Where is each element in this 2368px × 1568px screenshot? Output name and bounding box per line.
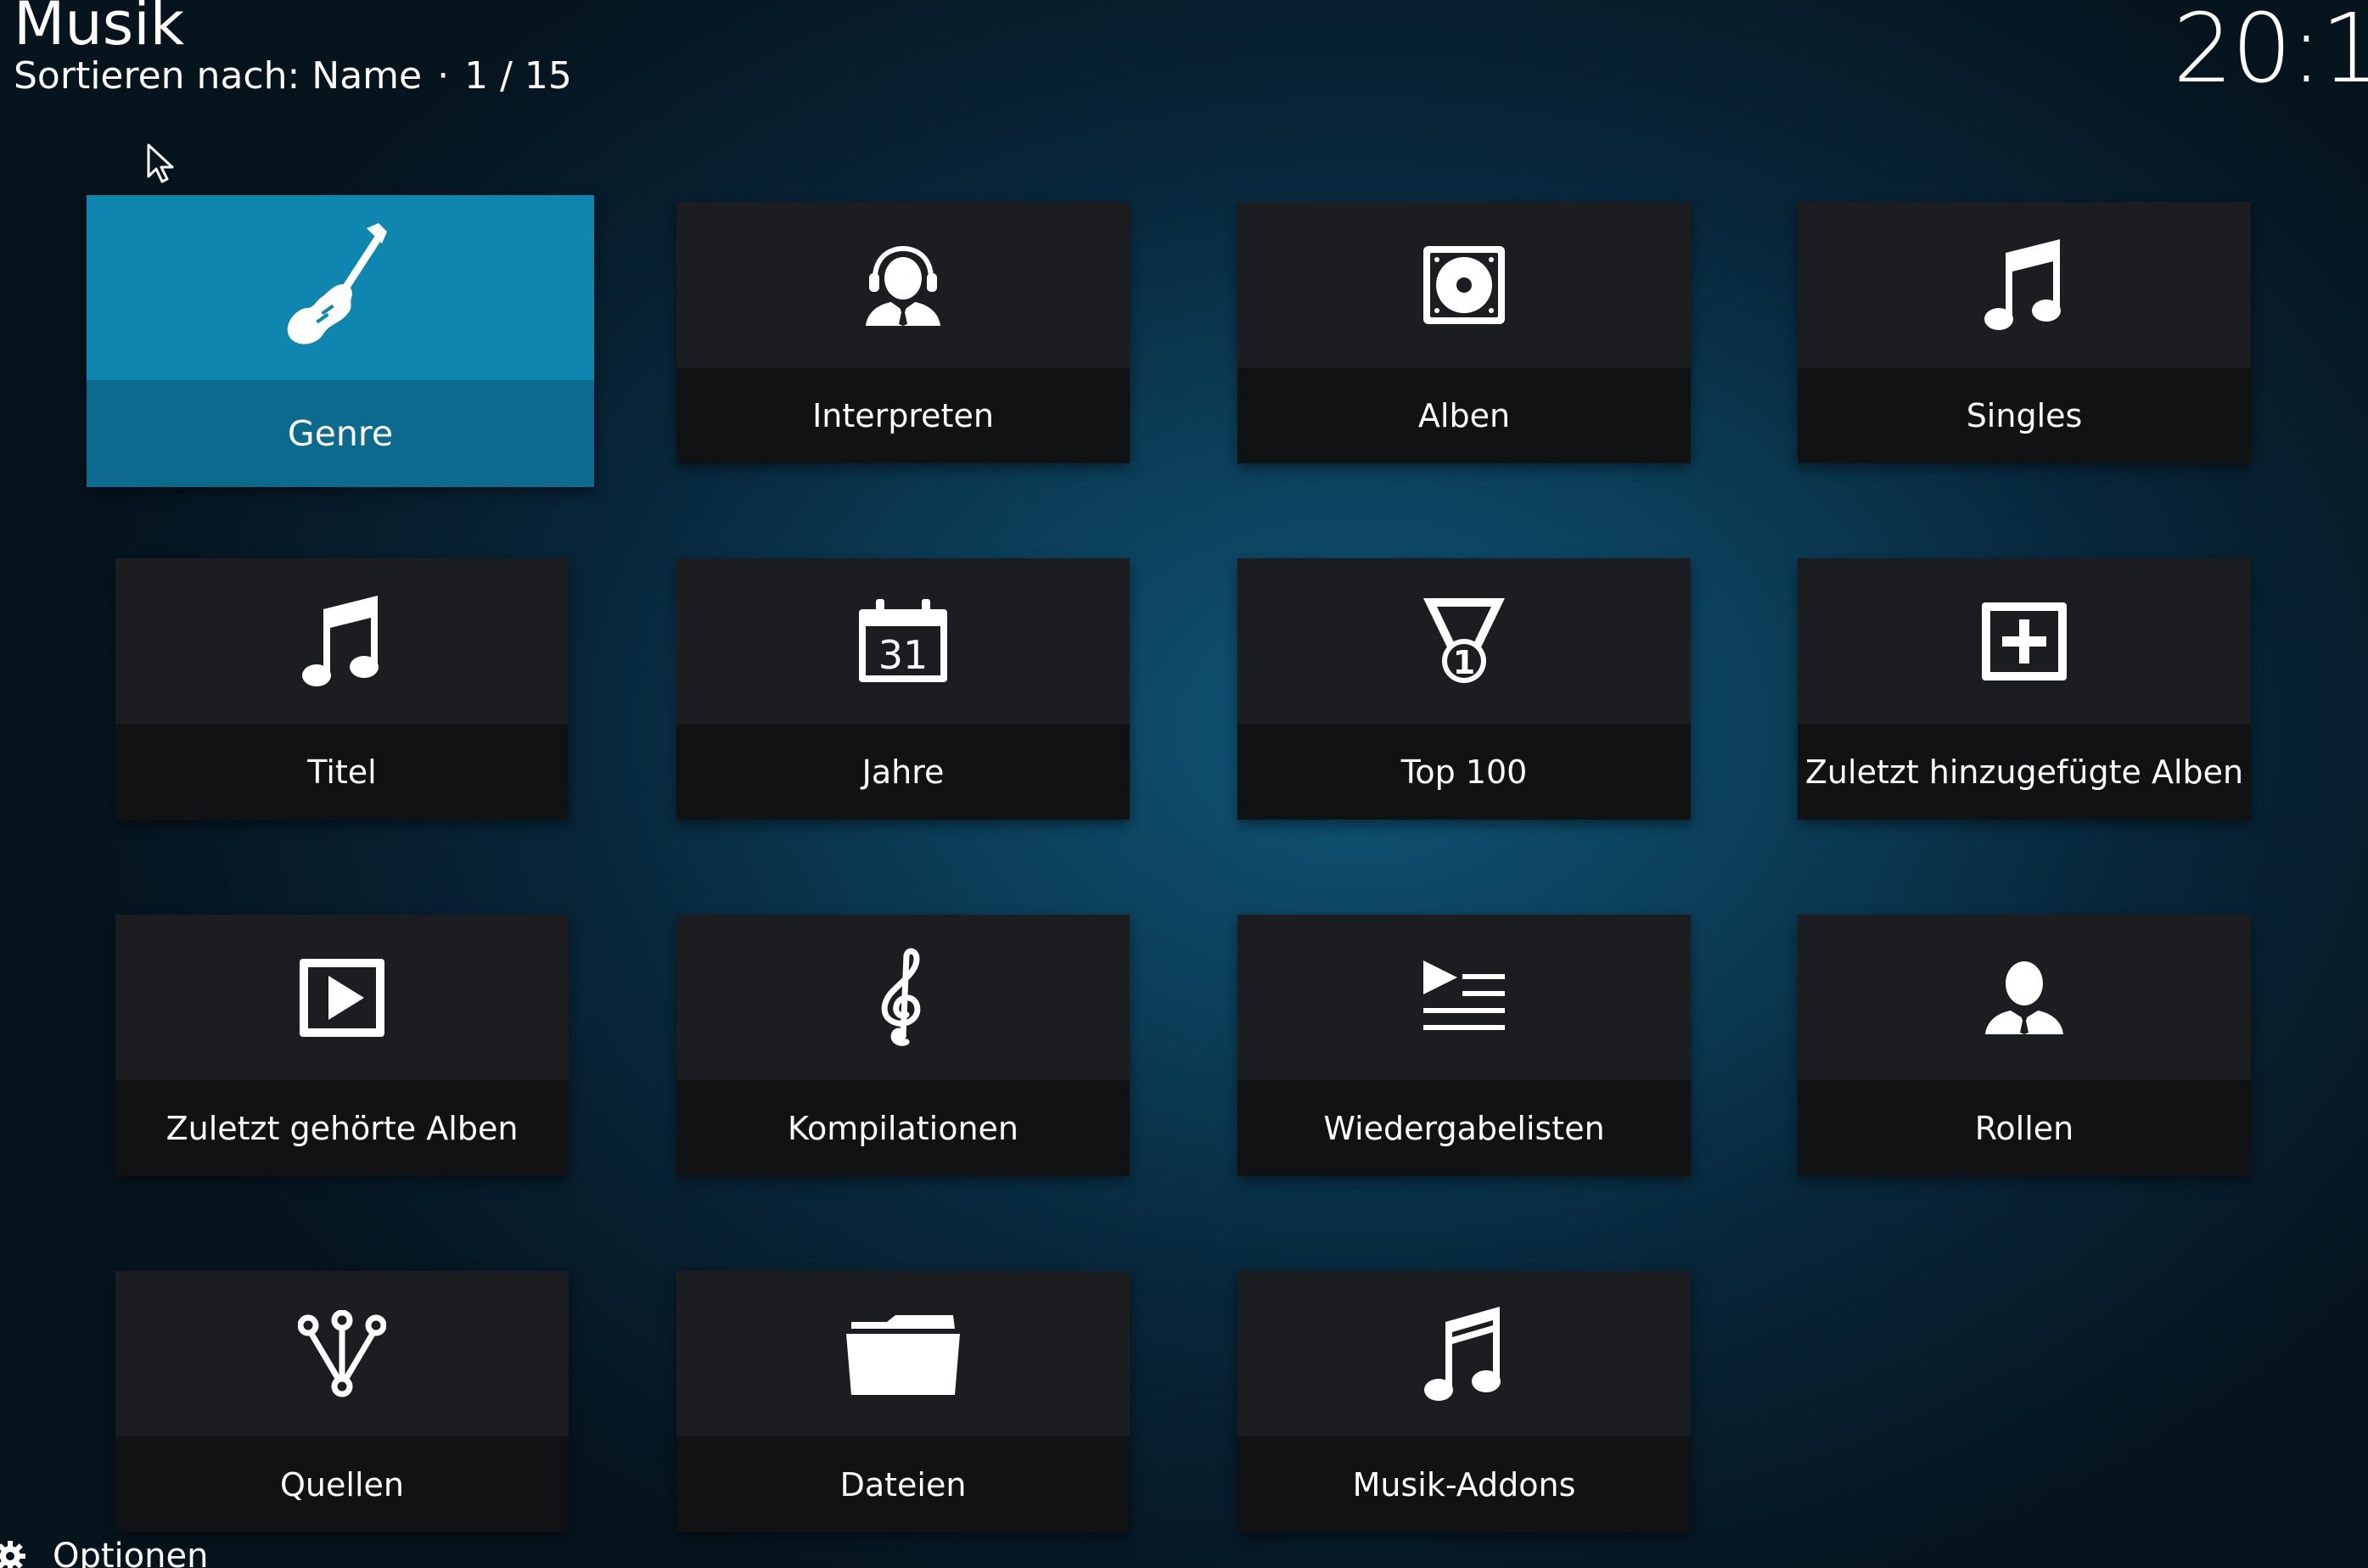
tile-icon-area xyxy=(115,1271,569,1436)
tile-icon-area xyxy=(1798,202,2251,367)
tile-label-area: Jahre xyxy=(676,724,1130,820)
tile-icon-area xyxy=(115,558,569,724)
tile-icon-area: 1 xyxy=(1237,558,1691,724)
tile-kompilationen[interactable]: Kompilationen xyxy=(676,915,1130,1176)
tile-label: Top 100 xyxy=(1400,753,1528,791)
tile-jahre[interactable]: 31 Jahre xyxy=(676,558,1130,820)
calendar-day: 31 xyxy=(878,632,929,678)
tile-label: Wiedergabelisten xyxy=(1323,1109,1605,1147)
tile-wiedergabelisten[interactable]: Wiedergabelisten xyxy=(1237,915,1691,1176)
tile-icon-area xyxy=(115,915,569,1080)
tile-label: Musik-Addons xyxy=(1352,1465,1576,1504)
sort-info: Sortieren nach: Name · 1 / 15 xyxy=(14,53,572,100)
tile-alben[interactable]: Alben xyxy=(1237,202,1691,463)
options-button[interactable]: Optionen xyxy=(0,1537,208,1568)
tile-icon-area xyxy=(676,202,1130,367)
tile-label-area: Top 100 xyxy=(1237,724,1691,820)
folder-icon xyxy=(846,1314,960,1395)
tile-titel[interactable]: Titel xyxy=(115,558,569,820)
tile-label: Jahre xyxy=(861,753,945,791)
guitar-icon xyxy=(287,223,387,344)
tile-label: Titel xyxy=(307,753,377,791)
music-notes-icon xyxy=(1424,1306,1501,1401)
person-icon xyxy=(1985,960,2063,1034)
sort-label: Sortieren nach: Name xyxy=(14,54,423,98)
item-position: 1 / 15 xyxy=(464,54,572,98)
tile-dateien[interactable]: Dateien xyxy=(676,1271,1130,1532)
tile-label: Singles xyxy=(1966,396,2083,434)
tile-icon-area xyxy=(1237,1271,1691,1436)
medal-rank: 1 xyxy=(1453,644,1475,681)
sources-icon xyxy=(298,1309,386,1397)
mouse-cursor-icon xyxy=(147,143,174,183)
tile-label-area: Zuletzt gehörte Alben xyxy=(115,1080,569,1176)
tile-label-area: Quellen xyxy=(115,1436,569,1532)
add-box-icon xyxy=(1982,602,2067,680)
tile-musik-addons[interactable]: Musik-Addons xyxy=(1237,1271,1691,1532)
clock: 20:10 xyxy=(2173,0,2368,98)
tile-label: Kompilationen xyxy=(787,1109,1019,1147)
tile-label-area: Rollen xyxy=(1798,1080,2251,1176)
tile-label: Dateien xyxy=(839,1465,967,1504)
music-note-icon xyxy=(302,595,379,686)
options-label: Optionen xyxy=(53,1537,209,1568)
tile-icon-area xyxy=(1237,202,1691,367)
music-note-icon xyxy=(1984,238,2061,330)
tile-top-100[interactable]: 1 Top 100 xyxy=(1237,558,1691,820)
tile-label-area: Titel xyxy=(115,724,569,820)
tile-interpreten[interactable]: Interpreten xyxy=(676,202,1130,463)
tile-label: Quellen xyxy=(280,1465,404,1504)
tile-genre[interactable]: Genre xyxy=(87,195,594,487)
tile-icon-area xyxy=(1237,915,1691,1080)
medal-icon: 1 xyxy=(1423,597,1505,683)
sort-separator: · xyxy=(437,54,450,98)
tile-zuletzt-hinzugefuegte-alben[interactable]: Zuletzt hinzugefügte Alben xyxy=(1798,558,2251,820)
tile-quellen[interactable]: Quellen xyxy=(115,1271,569,1532)
play-box-icon xyxy=(300,958,384,1037)
tile-label: Rollen xyxy=(1974,1109,2074,1147)
tile-zuletzt-gehoerte-alben[interactable]: Zuletzt gehörte Alben xyxy=(115,915,569,1176)
calendar-icon: 31 xyxy=(859,598,947,682)
page-title: Musik xyxy=(14,0,185,59)
tile-label-area: Musik-Addons xyxy=(1237,1436,1691,1532)
tile-label: Zuletzt hinzugefügte Alben xyxy=(1804,753,2244,791)
tile-label-area: Wiedergabelisten xyxy=(1237,1080,1691,1176)
tile-icon-area xyxy=(1798,558,2251,724)
tile-singles[interactable]: Singles xyxy=(1798,202,2251,463)
tile-label-area: Interpreten xyxy=(676,367,1130,463)
tile-label-area: Alben xyxy=(1237,367,1691,463)
tile-icon-area: 31 xyxy=(676,558,1130,724)
tile-rollen[interactable]: Rollen xyxy=(1798,915,2251,1176)
tile-icon-area xyxy=(1798,915,2251,1080)
tile-label-area: Dateien xyxy=(676,1436,1130,1532)
tile-icon-area xyxy=(676,1271,1130,1436)
tile-icon-area xyxy=(676,915,1130,1080)
tile-label: Zuletzt gehörte Alben xyxy=(166,1109,519,1147)
playlist-icon xyxy=(1423,960,1505,1030)
tile-label-area: Genre xyxy=(87,380,594,487)
tile-label-area: Zuletzt hinzugefügte Alben xyxy=(1798,724,2251,820)
tile-icon-area xyxy=(87,195,594,380)
headphones-person-icon xyxy=(866,245,940,326)
album-disc-icon xyxy=(1423,245,1505,324)
treble-clef-icon xyxy=(881,948,921,1046)
tile-label: Interpreten xyxy=(812,396,994,434)
gear-icon xyxy=(0,1541,25,1568)
tile-label: Alben xyxy=(1417,396,1511,434)
tile-label-area: Kompilationen xyxy=(676,1080,1130,1176)
tile-label: Genre xyxy=(287,413,394,454)
tile-label-area: Singles xyxy=(1798,367,2251,463)
